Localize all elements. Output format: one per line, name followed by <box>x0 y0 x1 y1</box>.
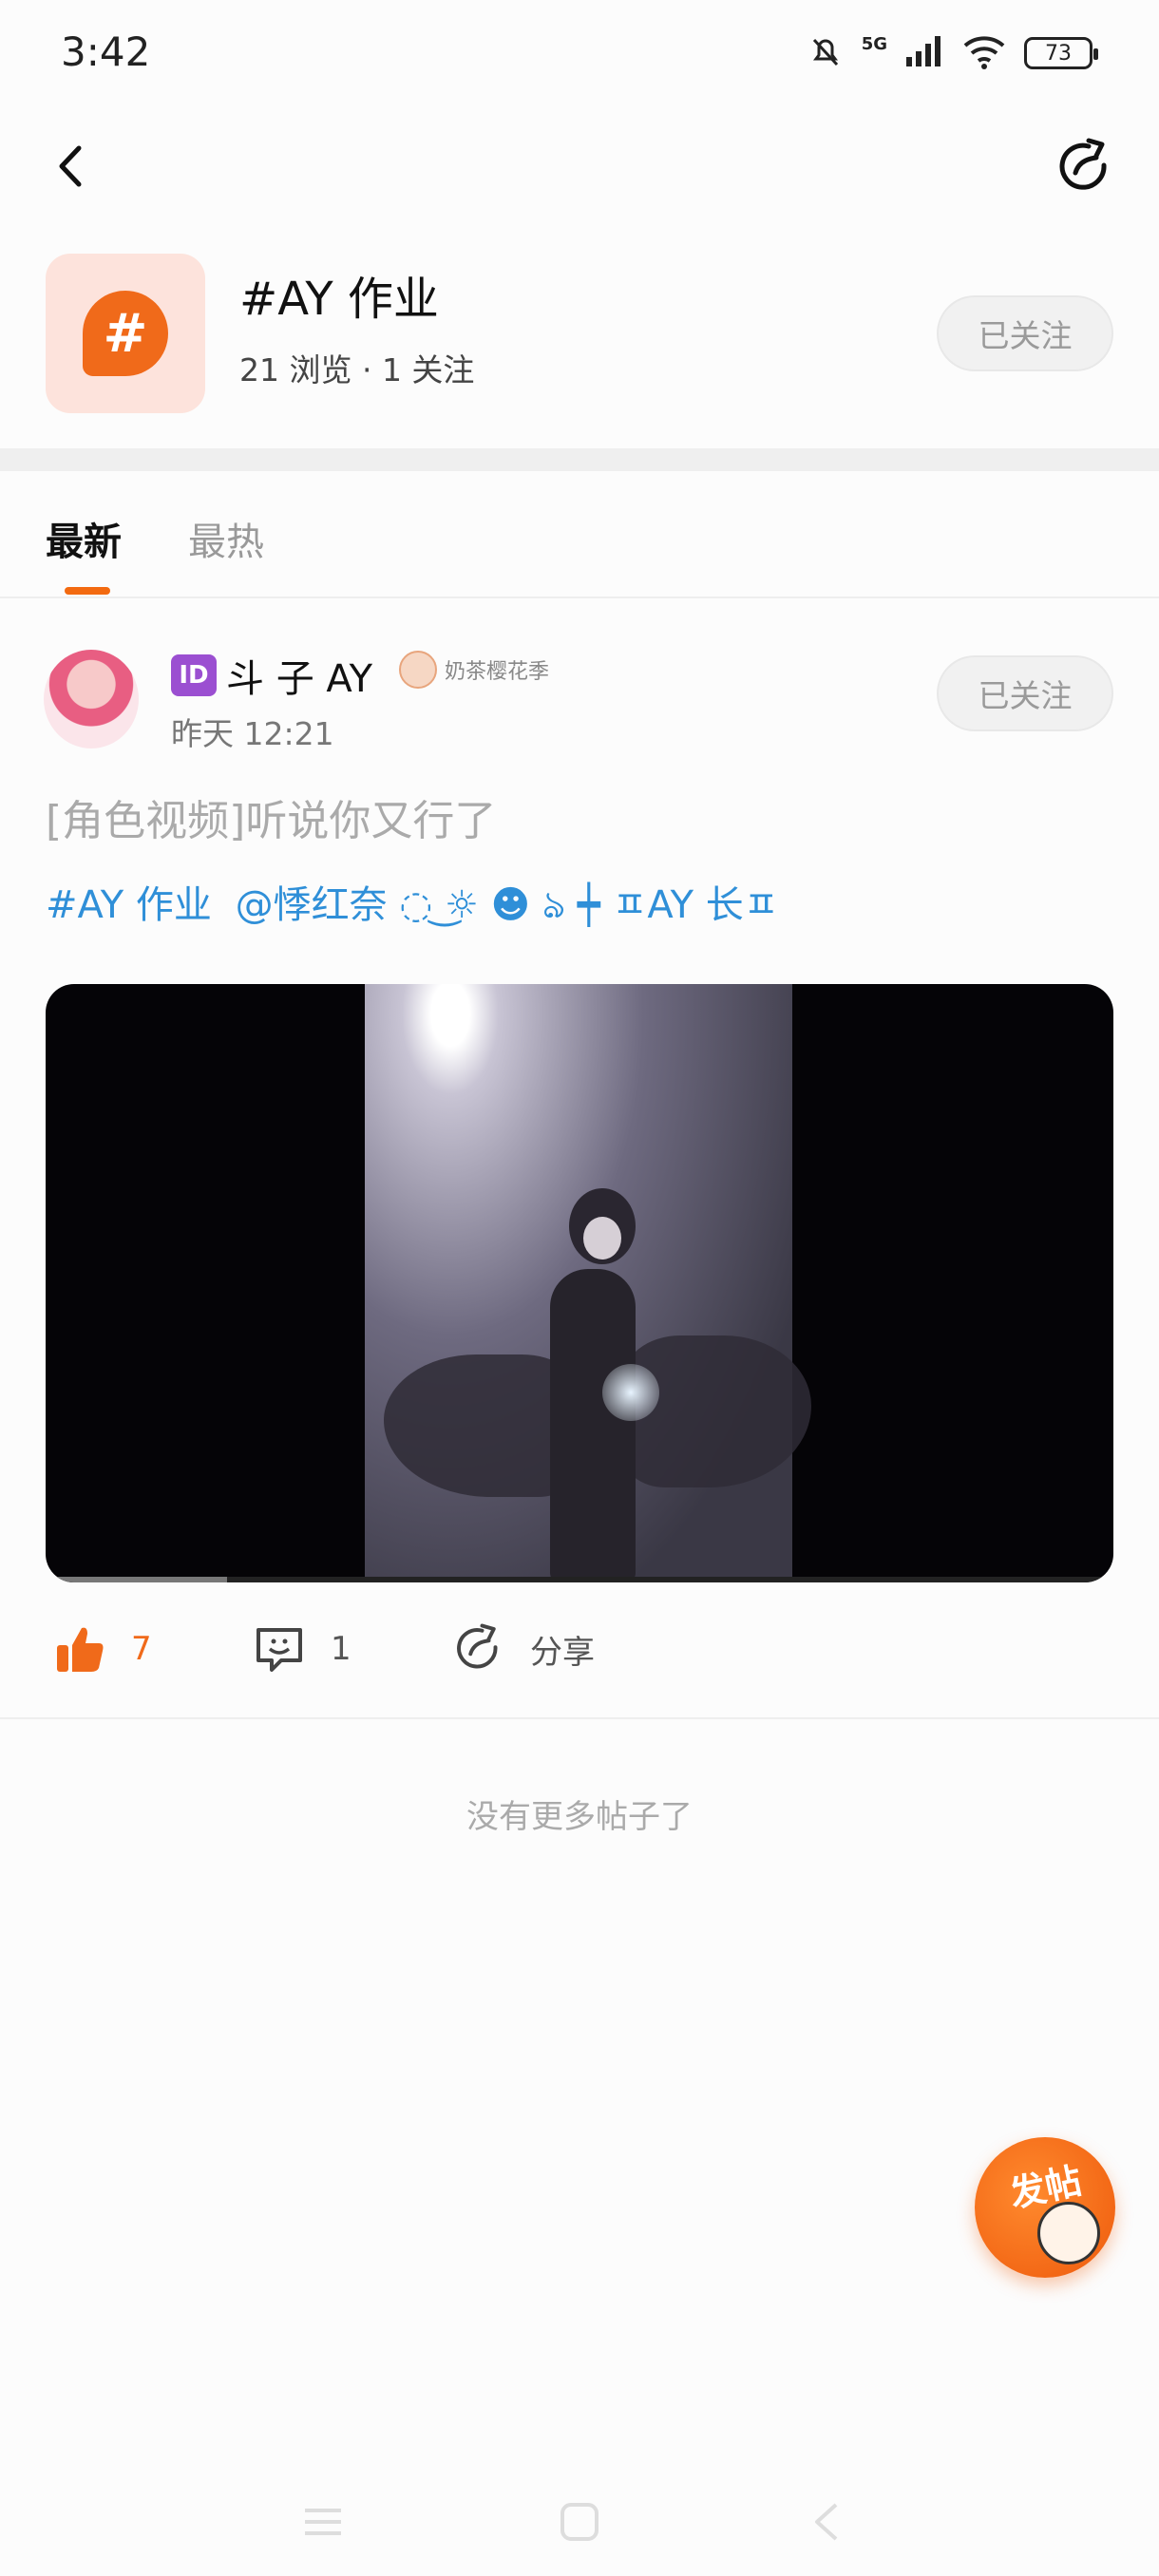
topic-header: # #AY 作业 21 浏览 · 1 关注 已关注 <box>0 242 1159 432</box>
system-back-button[interactable] <box>803 2498 850 2546</box>
post-card[interactable]: ID 斗 子 AY 奶茶樱花季 昨天 12:21 已关注 [角色视频]听说你又行… <box>0 608 1159 1719</box>
post-time: 昨天 12:21 <box>171 715 334 752</box>
topic-title: #AY 作业 <box>239 273 439 326</box>
home-square-icon <box>560 2503 598 2541</box>
status-icons: 5G 73 <box>807 28 1098 78</box>
comment-icon <box>256 1628 302 1672</box>
id-badge-icon: ID <box>171 654 217 696</box>
video-glow <box>602 1364 659 1421</box>
topic-logo: # <box>46 254 205 413</box>
wifi-icon <box>961 32 1007 74</box>
hashtag-icon: # <box>83 291 168 376</box>
video-frame <box>365 984 811 1582</box>
end-of-list-message: 没有更多帖子了 <box>466 1798 693 1836</box>
share-icon <box>457 1623 498 1669</box>
topic-tag-link[interactable]: #AY 作业 <box>46 883 212 927</box>
tab-bar: 最新 最热 <box>0 475 1159 598</box>
like-button[interactable]: 7 <box>53 1622 152 1676</box>
back-button[interactable] <box>38 133 104 199</box>
back-arrow-icon <box>59 145 82 187</box>
section-divider <box>0 448 1159 471</box>
tab-hot[interactable]: 最热 <box>188 511 264 566</box>
status-bar: 3:42 5G 73 <box>0 0 1159 109</box>
author-follow-button[interactable]: 已关注 <box>937 655 1113 731</box>
navigation-bar <box>0 114 1159 218</box>
thumbs-up-icon <box>57 1627 104 1672</box>
post-actions: 7 1 分享 <box>0 1605 1159 1700</box>
author-name-text: 斗 子 AY <box>226 657 373 701</box>
tab-latest[interactable]: 最新 <box>46 511 122 566</box>
topic-follow-button[interactable]: 已关注 <box>937 295 1113 371</box>
author-badge: 奶茶樱花季 <box>399 651 549 689</box>
menu-button[interactable] <box>299 2498 347 2546</box>
share-icon <box>1059 138 1107 190</box>
status-time: 3:42 <box>61 28 151 75</box>
author-name[interactable]: ID 斗 子 AY <box>171 648 372 703</box>
home-button[interactable] <box>556 2498 603 2546</box>
video-progress-fill <box>46 1577 228 1582</box>
video-player[interactable] <box>46 984 1113 1582</box>
topic-stats: 21 浏览 · 1 关注 <box>239 351 475 388</box>
system-navigation-bar <box>0 2470 1159 2576</box>
comment-button[interactable]: 1 <box>253 1622 352 1676</box>
back-triangle-icon <box>815 2503 838 2541</box>
post-tags: #AY 作业 @悸红奈 ◌ ͜☼ ☻ ঌ ┿ ㅍAY 长ㅍ <box>46 874 790 938</box>
video-figure-body <box>550 1269 636 1582</box>
like-count: 7 <box>131 1630 152 1668</box>
tab-indicator <box>65 587 110 595</box>
medal-icon <box>399 651 437 689</box>
mention-link[interactable]: @悸红奈 ◌ ͜☼ ☻ ঌ ┿ ㅍAY 长ㅍ <box>236 883 779 927</box>
mute-bell-icon <box>807 32 845 74</box>
share-label: 分享 <box>530 1633 595 1672</box>
mascot-icon <box>1037 2202 1100 2264</box>
menu-icon <box>305 2509 341 2535</box>
author-badge-text: 奶茶樱花季 <box>445 660 550 684</box>
post-title[interactable]: [角色视频]听说你又行了 <box>46 786 496 847</box>
share-button[interactable] <box>1049 131 1121 203</box>
network-type: 5G <box>861 33 887 54</box>
video-figure-face <box>583 1217 621 1260</box>
new-post-button[interactable]: 发帖 <box>975 2137 1115 2278</box>
signal-icon <box>904 34 944 72</box>
comment-count: 1 <box>331 1630 352 1668</box>
share-post-button[interactable]: 分享 <box>452 1622 595 1676</box>
video-progress-bar[interactable] <box>46 1577 1113 1582</box>
avatar[interactable] <box>44 650 139 748</box>
battery-indicator: 73 <box>1024 37 1098 69</box>
